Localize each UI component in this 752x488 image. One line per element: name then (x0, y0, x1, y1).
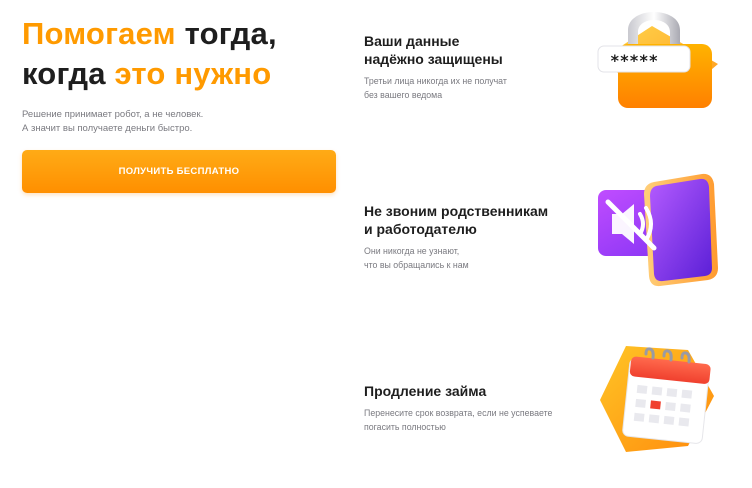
feature-title-line-2: надёжно защищены (364, 51, 503, 67)
feature-title: Ваши данные надёжно защищены (364, 32, 507, 68)
password-mask: ***** (610, 51, 658, 70)
feature-data-protection: Ваши данные надёжно защищены Третьи лица… (364, 32, 507, 102)
feature-title: Не звоним родственникам и работодателю (364, 202, 548, 238)
feature-desc-line-1: Третьи лица никогда их не получат (364, 76, 507, 86)
feature-description: Они никогда не узнают, что вы обращались… (364, 244, 548, 272)
get-free-button[interactable]: ПОЛУЧИТЬ БЕСПЛАТНО (22, 150, 336, 193)
feature-loan-extension: Продление займа Перенесите срок возврата… (364, 382, 552, 434)
calendar-icon (596, 340, 718, 458)
feature-desc-line-2: что вы обращались к нам (364, 260, 469, 270)
muted-phone-icon (594, 168, 726, 288)
feature-title: Продление займа (364, 382, 552, 400)
hero-title-accent-1: Помогаем (22, 16, 176, 51)
feature-title-line-1: Продление займа (364, 383, 487, 399)
hero-title: Помогаем тогда, когда это нужно (22, 14, 277, 94)
hero-title-text-2: когда (22, 56, 115, 91)
feature-desc-line-2: погасить полностью (364, 422, 446, 432)
feature-description: Перенесите срок возврата, если не успева… (364, 406, 552, 434)
hero-title-text-1: тогда, (175, 16, 277, 51)
feature-title-line-1: Ваши данные (364, 33, 460, 49)
feature-description: Третьи лица никогда их не получат без ва… (364, 74, 507, 102)
feature-desc-line-2: без вашего ведома (364, 90, 443, 100)
hero-subtitle-line-2: А значит вы получаете деньги быстро. (22, 123, 193, 134)
hero-subtitle-line-1: Решение принимает робот, а не человек. (22, 109, 204, 120)
padlock-password-icon: ***** (586, 4, 722, 116)
hero-title-accent-2: это нужно (114, 56, 272, 91)
feature-desc-line-1: Они никогда не узнают, (364, 246, 460, 256)
feature-title-line-1: Не звоним родственникам (364, 203, 549, 219)
feature-title-line-2: и работодателю (364, 221, 477, 237)
feature-no-calls: Не звоним родственникам и работодателю О… (364, 202, 548, 272)
hero-subtitle: Решение принимает робот, а не человек. А… (22, 108, 203, 136)
feature-desc-line-1: Перенесите срок возврата, если не успева… (364, 408, 553, 418)
